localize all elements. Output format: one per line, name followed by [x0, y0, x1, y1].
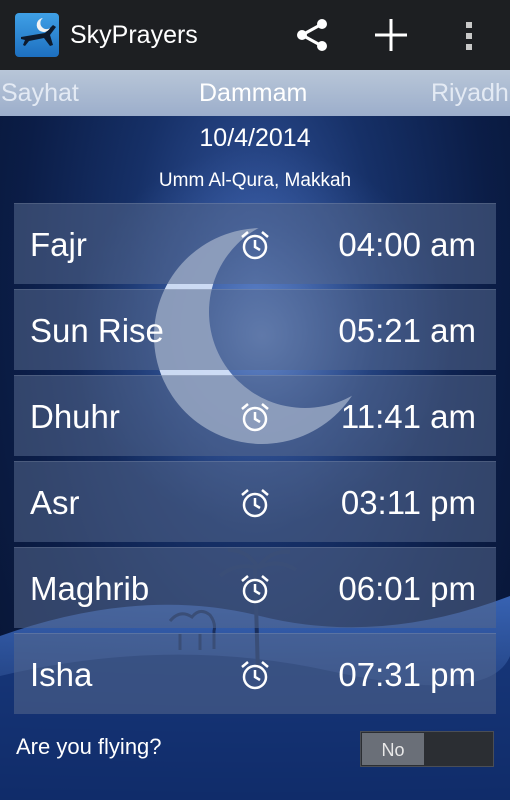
prayer-name: Dhuhr: [30, 398, 120, 435]
prayer-row-maghrib[interactable]: Maghrib 06:01 pm: [14, 547, 496, 628]
toggle-value: No: [381, 740, 405, 760]
flying-label: Are you flying?: [16, 734, 162, 759]
prayer-row-asr[interactable]: Asr 03:11 pm: [14, 461, 496, 542]
prayer-name: Maghrib: [30, 570, 150, 607]
prayer-name: Isha: [30, 656, 93, 693]
alarm-clock-icon[interactable]: [238, 658, 272, 692]
overflow-menu-icon: [466, 22, 472, 50]
prayer-time: 04:00 am: [338, 226, 476, 263]
prayer-name: Sun Rise: [30, 312, 164, 349]
action-bar: SkyPrayers: [0, 0, 510, 71]
prayer-time: 06:01 pm: [338, 570, 476, 607]
alarm-clock-icon[interactable]: [238, 572, 272, 606]
alarm-clock-icon[interactable]: [238, 400, 272, 434]
city-tab-next[interactable]: Riyadh: [431, 79, 509, 108]
prayer-row-sunrise[interactable]: Sun Rise 05:21 am: [14, 289, 496, 370]
city-pager[interactable]: Sayhat Dammam Riyadh: [0, 70, 510, 116]
prayer-name: Fajr: [30, 226, 87, 263]
prayer-time: 03:11 pm: [340, 484, 476, 521]
alarm-clock-icon[interactable]: [238, 228, 272, 262]
flying-toggle[interactable]: No: [360, 731, 494, 767]
calculation-method-label: Umm Al-Qura, Makkah: [158, 170, 352, 191]
prayer-time: 07:31 pm: [338, 656, 476, 693]
prayer-row-dhuhr[interactable]: Dhuhr 11:41 am: [14, 375, 496, 456]
airplane-moon-icon[interactable]: [15, 13, 59, 57]
prayer-times-screen: SkyPrayers Sayhat Dammam Riyadh 10/4/201…: [0, 0, 510, 800]
prayer-row-fajr[interactable]: Fajr 04:00 am: [14, 203, 496, 284]
add-icon: [375, 19, 407, 51]
alarm-clock-icon[interactable]: [238, 486, 272, 520]
toggle-knob[interactable]: No: [362, 733, 424, 765]
prayer-time: 11:41 am: [340, 398, 476, 435]
city-tab-previous[interactable]: Sayhat: [1, 79, 79, 108]
prayer-time: 05:21 am: [338, 312, 476, 349]
share-button[interactable]: [287, 10, 337, 60]
share-icon: [297, 19, 327, 51]
add-city-button[interactable]: [366, 10, 416, 60]
prayer-row-isha[interactable]: Isha 07:31 pm: [14, 633, 496, 714]
city-tab-current[interactable]: Dammam: [199, 79, 307, 108]
app-title: SkyPrayers: [70, 21, 198, 49]
prayer-name: Asr: [30, 484, 80, 521]
overflow-menu-button[interactable]: [445, 10, 495, 60]
date-label: 10/4/2014: [199, 124, 311, 152]
